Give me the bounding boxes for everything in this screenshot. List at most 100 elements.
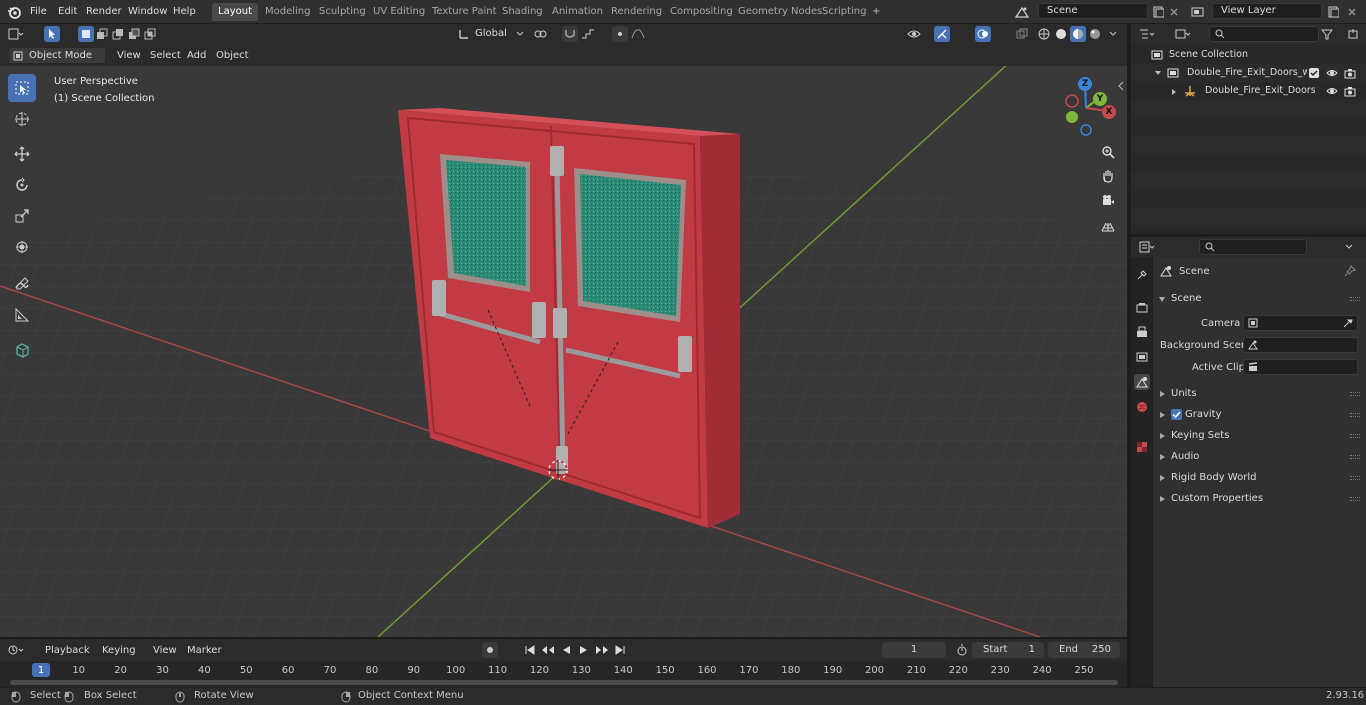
- scene-name-field[interactable]: Scene: [1038, 3, 1148, 19]
- properties-editor-type-icon[interactable]: [1139, 239, 1155, 255]
- tool-rotate[interactable]: [8, 171, 36, 199]
- tool-transform[interactable]: [8, 233, 36, 261]
- preview-range-stopwatch-icon[interactable]: [954, 642, 970, 658]
- menu-render[interactable]: Render: [82, 4, 126, 20]
- menu-keying[interactable]: Keying: [97, 642, 141, 659]
- tab-compositing[interactable]: Compositing: [664, 3, 739, 21]
- tool-select-box[interactable]: [8, 74, 36, 102]
- tab-scripting[interactable]: Scripting: [816, 3, 872, 21]
- play-reverse-icon[interactable]: [558, 642, 574, 658]
- tab-shading[interactable]: Shading: [496, 3, 549, 21]
- select-mode-intersect-icon[interactable]: [142, 26, 158, 42]
- view-layer-properties-tab-icon[interactable]: [1134, 349, 1150, 365]
- tool-add-cube[interactable]: [8, 336, 36, 364]
- select-mode-subtract-icon[interactable]: [110, 26, 126, 42]
- menu-window[interactable]: Window: [124, 4, 171, 20]
- new-view-layer-icon[interactable]: [1325, 4, 1341, 20]
- exclude-checkbox[interactable]: [1309, 68, 1319, 78]
- jump-keyframe-forward-icon[interactable]: [594, 642, 610, 658]
- add-workspace-button[interactable]: +: [866, 3, 886, 21]
- tab-uv-editing[interactable]: UV Editing: [367, 3, 431, 21]
- shading-material-icon[interactable]: [1070, 26, 1086, 42]
- select-mode-invert-icon[interactable]: [126, 26, 142, 42]
- select-mode-extend-icon[interactable]: [94, 26, 110, 42]
- menu-help[interactable]: Help: [169, 4, 200, 20]
- new-collection-icon[interactable]: [1345, 26, 1361, 42]
- units-panel[interactable]: Units: [1153, 384, 1366, 404]
- timeline-editor-type-icon[interactable]: [8, 642, 24, 658]
- gizmo-y-button[interactable]: Y: [1093, 92, 1107, 106]
- tool-properties-tab-icon[interactable]: [1134, 267, 1150, 283]
- editor-type-icon[interactable]: [8, 26, 24, 42]
- jump-keyframe-back-icon[interactable]: [540, 642, 556, 658]
- camera-render-icon[interactable]: [1344, 85, 1356, 97]
- pivot-point-icon[interactable]: [532, 26, 548, 42]
- tab-modeling[interactable]: Modeling: [259, 3, 317, 21]
- play-icon[interactable]: [576, 642, 592, 658]
- timeline-scrubber[interactable]: 1 10 20 30 40 50 60 70 80 90 100 110 120 130 140 150 160…: [0, 661, 1127, 687]
- outliner-editor-type-icon[interactable]: [1139, 26, 1155, 42]
- auto-keying-icon[interactable]: [482, 642, 498, 658]
- outliner-row-scene-collection[interactable]: Scene Collection: [1131, 46, 1366, 64]
- pan-hand-icon[interactable]: [1097, 165, 1119, 187]
- outliner-row-door-object[interactable]: Double_Fire_Exit_Doors_: [1131, 82, 1366, 100]
- close-view-layer-icon[interactable]: [1344, 4, 1360, 20]
- view-layer-field[interactable]: View Layer: [1212, 3, 1322, 19]
- orthographic-toggle-icon[interactable]: [1097, 215, 1119, 237]
- tab-geometry-nodes[interactable]: Geometry Nodes: [732, 3, 828, 21]
- texture-properties-tab-icon[interactable]: [1134, 439, 1150, 455]
- timeline-scrollbar[interactable]: [10, 680, 1118, 685]
- view-layer-icon[interactable]: [1190, 4, 1206, 20]
- zoom-icon[interactable]: [1097, 141, 1119, 163]
- scene-icon[interactable]: [1014, 4, 1030, 20]
- menu-select[interactable]: Select: [145, 47, 186, 64]
- active-clip-field[interactable]: [1243, 359, 1358, 375]
- new-scene-icon[interactable]: [1150, 4, 1166, 20]
- menu-object[interactable]: Object: [211, 47, 254, 64]
- xray-toggle-icon[interactable]: [1014, 26, 1030, 42]
- tab-texture-paint[interactable]: Texture Paint: [426, 3, 503, 21]
- audio-panel[interactable]: Audio: [1153, 447, 1366, 467]
- gizmo-toggle-icon[interactable]: [934, 26, 950, 42]
- select-tool-icon[interactable]: [44, 26, 60, 42]
- eye-visible-icon[interactable]: [1326, 85, 1338, 97]
- expand-triangle-icon[interactable]: [1154, 70, 1162, 76]
- shading-solid-icon[interactable]: [1053, 26, 1069, 42]
- collapse-triangle-icon[interactable]: [1171, 88, 1177, 96]
- outliner-row-door-collection[interactable]: Double_Fire_Exit_Doors_with_: [1131, 64, 1366, 82]
- pin-icon[interactable]: [1344, 265, 1356, 277]
- eyedropper-icon[interactable]: [1343, 318, 1353, 328]
- menu-marker[interactable]: Marker: [182, 642, 227, 659]
- shading-options-chevron-icon[interactable]: [1105, 26, 1121, 42]
- tab-layout[interactable]: Layout: [212, 3, 258, 21]
- world-properties-tab-icon[interactable]: [1134, 399, 1150, 415]
- menu-file[interactable]: File: [26, 4, 51, 20]
- chevron-down-icon[interactable]: [1341, 239, 1357, 255]
- snap-icon[interactable]: [562, 26, 578, 42]
- jump-end-icon[interactable]: [612, 642, 628, 658]
- shading-wireframe-icon[interactable]: [1036, 26, 1052, 42]
- object-visibility-icon[interactable]: [906, 26, 922, 42]
- gizmo-z-button[interactable]: Z: [1078, 77, 1092, 91]
- tool-annotate[interactable]: [8, 270, 36, 298]
- menu-playback[interactable]: Playback: [40, 642, 95, 659]
- camera-render-icon[interactable]: [1344, 67, 1356, 79]
- filter-icon[interactable]: [1319, 26, 1335, 42]
- tab-animation[interactable]: Animation: [546, 3, 609, 21]
- end-frame-field[interactable]: End 250: [1048, 642, 1120, 658]
- current-frame-field[interactable]: 1: [882, 642, 946, 658]
- scene-panel-header[interactable]: Scene: [1153, 289, 1366, 309]
- sidebar-toggle-chevron-icon[interactable]: [1117, 80, 1125, 92]
- rigid-body-world-panel[interactable]: Rigid Body World: [1153, 468, 1366, 488]
- output-properties-tab-icon[interactable]: [1134, 324, 1150, 340]
- tool-scale[interactable]: [8, 202, 36, 230]
- custom-properties-panel[interactable]: Custom Properties: [1153, 489, 1366, 509]
- blender-logo-icon[interactable]: [6, 4, 22, 20]
- tool-move[interactable]: [8, 140, 36, 168]
- transform-orientation-dropdown[interactable]: Global: [470, 25, 512, 42]
- gizmo-x-button[interactable]: X: [1102, 105, 1116, 119]
- menu-add[interactable]: Add: [182, 47, 211, 64]
- tool-cursor[interactable]: [8, 105, 36, 133]
- camera-field[interactable]: [1243, 315, 1358, 331]
- keying-sets-panel[interactable]: Keying Sets: [1153, 426, 1366, 446]
